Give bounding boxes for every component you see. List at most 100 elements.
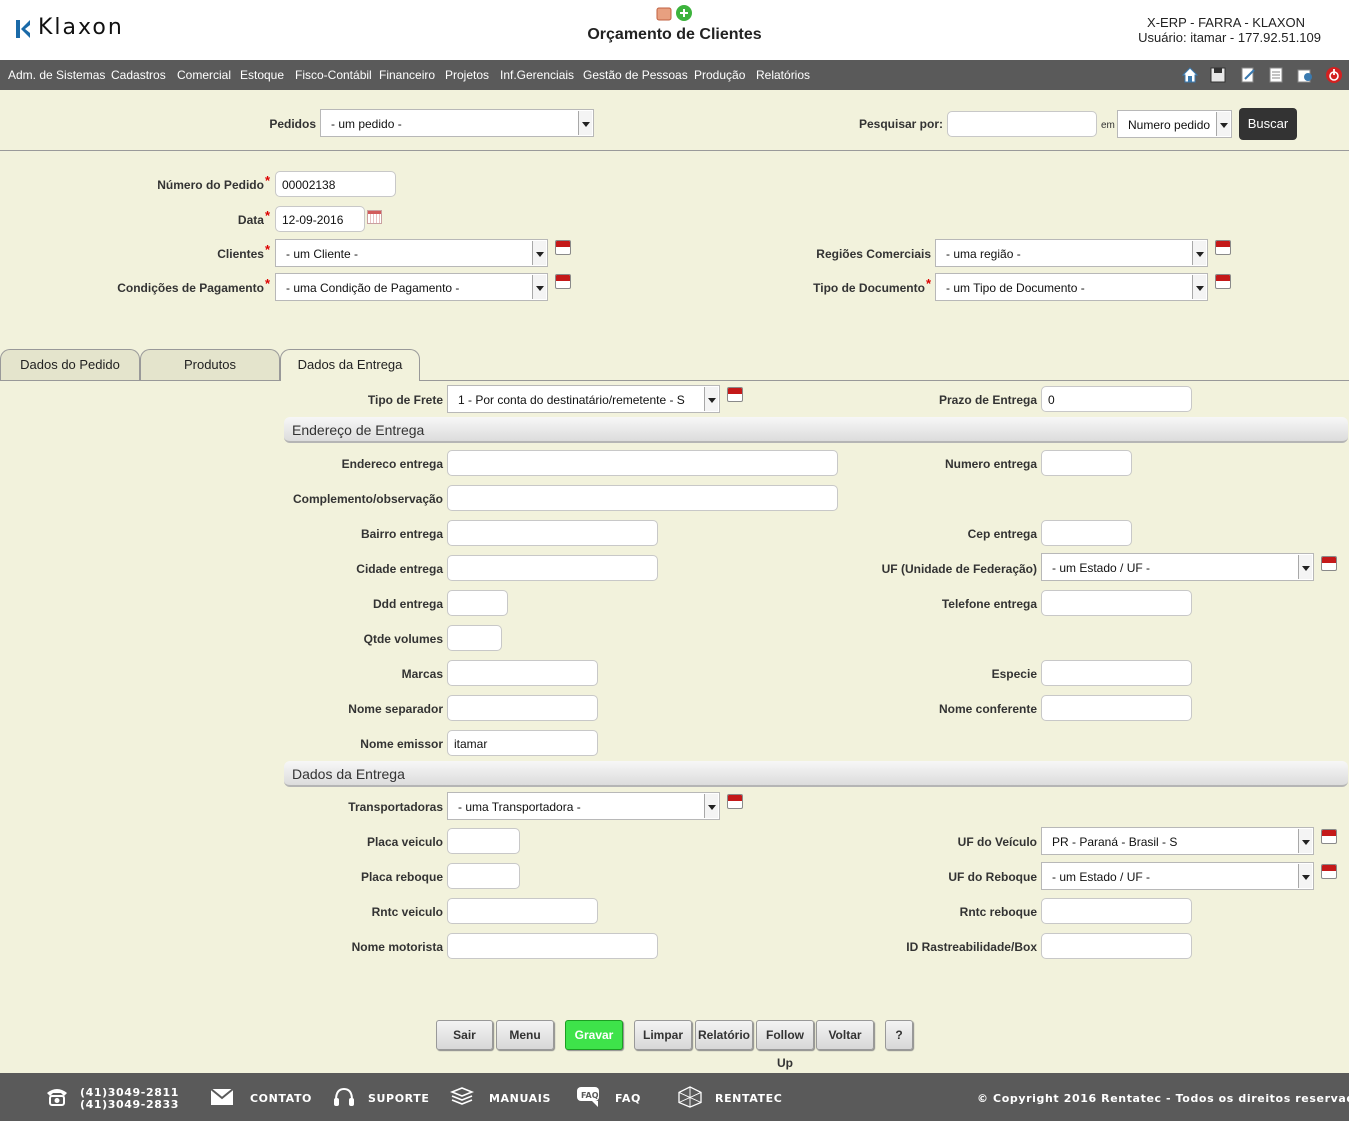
section-endereco-entrega: Endereço de Entrega (284, 417, 1348, 443)
ddd-field[interactable] (447, 590, 508, 616)
footer-contato[interactable]: CONTATO (250, 1092, 312, 1105)
edit-icon[interactable] (1239, 66, 1257, 84)
cidade-field[interactable] (447, 555, 658, 581)
search-input[interactable] (947, 111, 1097, 137)
menu-inf-gerenciais[interactable]: Inf.Gerenciais (500, 68, 574, 82)
menu-fisco-contabil[interactable]: Fisco-Contábil (295, 68, 372, 82)
data-label: Data* (237, 208, 270, 227)
prazo-entrega-field[interactable]: 0 (1041, 386, 1192, 412)
menu-gestao-pessoas[interactable]: Gestão de Pessoas (583, 68, 688, 82)
menu-producao[interactable]: Produção (694, 68, 745, 82)
menu-relatorios[interactable]: Relatórios (756, 68, 810, 82)
limpar-button[interactable]: Limpar (634, 1020, 692, 1050)
tab-produtos[interactable]: Produtos (140, 349, 280, 381)
uf-select[interactable]: - um Estado / UF - (1041, 553, 1314, 581)
tipo-documento-lookup-icon[interactable] (1215, 274, 1231, 289)
footer-suporte[interactable]: SUPORTE (368, 1092, 429, 1105)
conferente-field[interactable] (1041, 695, 1192, 721)
document-icon[interactable] (1267, 66, 1285, 84)
especie-field[interactable] (1041, 660, 1192, 686)
motorista-field[interactable] (447, 933, 658, 959)
voltar-button[interactable]: Voltar (816, 1020, 874, 1050)
clientes-lookup-icon[interactable] (555, 240, 571, 255)
data-field[interactable]: 12-09-2016 (275, 206, 365, 232)
home-icon[interactable] (1181, 66, 1199, 84)
placa-veiculo-field[interactable] (447, 828, 520, 854)
settings-icon[interactable] (1296, 66, 1314, 84)
mail-icon (210, 1088, 234, 1105)
footer: (41)3049-2811 (41)3049-2833 CONTATO SUPO… (0, 1073, 1349, 1121)
motorista-label: Nome motorista (351, 940, 443, 954)
cep-label: Cep entrega (967, 527, 1037, 541)
endereco-label: Endereco entrega (341, 457, 443, 471)
tab-dados-pedido[interactable]: Dados do Pedido (0, 349, 140, 381)
buscar-button[interactable]: Buscar (1239, 108, 1297, 140)
prazo-entrega-label: Prazo de Entrega (938, 393, 1037, 407)
endereco-field[interactable] (447, 450, 838, 476)
chevron-down-icon (1298, 829, 1312, 853)
tipo-frete-select[interactable]: 1 - Por conta do destinatário/remetente … (447, 385, 720, 413)
transportadoras-lookup-icon[interactable] (727, 794, 743, 809)
chevron-down-icon (1298, 864, 1312, 888)
footer-faq[interactable]: FAQ (615, 1092, 641, 1105)
rntc-reboque-field[interactable] (1041, 898, 1192, 924)
telefone-label: Telefone entrega (941, 597, 1037, 611)
bairro-label: Bairro entrega (360, 527, 443, 541)
menu-cadastros[interactable]: Cadastros (111, 68, 166, 82)
headset-icon (334, 1087, 354, 1106)
uf-veiculo-select[interactable]: PR - Paraná - Brasil - S (1041, 827, 1314, 855)
separador-field[interactable] (447, 695, 598, 721)
save-icon[interactable] (1209, 66, 1227, 84)
search-field-select[interactable]: Numero pedido (1117, 110, 1232, 138)
cep-field[interactable] (1041, 520, 1132, 546)
footer-manuais[interactable]: MANUAIS (489, 1092, 551, 1105)
regioes-select[interactable]: - uma região - (935, 239, 1208, 267)
rastreabilidade-field[interactable] (1041, 933, 1192, 959)
transportadoras-select[interactable]: - uma Transportadora - (447, 792, 720, 820)
tab-divider (420, 380, 1349, 381)
menu-estoque[interactable]: Estoque (240, 68, 284, 82)
uf-reboque-label: UF do Reboque (948, 870, 1037, 884)
uf-reboque-select[interactable]: - um Estado / UF - (1041, 862, 1314, 890)
help-button[interactable]: ? (885, 1020, 913, 1050)
qtde-volumes-field[interactable] (447, 625, 502, 651)
uf-veiculo-lookup-icon[interactable] (1321, 829, 1337, 844)
clientes-select[interactable]: - um Cliente - (275, 239, 548, 267)
menu-comercial[interactable]: Comercial (177, 68, 231, 82)
numero-pedido-field[interactable]: 00002138 (275, 171, 396, 197)
tab-dados-entrega[interactable]: Dados da Entrega (280, 349, 420, 381)
rntc-veiculo-label: Rntc veiculo (371, 905, 443, 919)
complemento-field[interactable] (447, 485, 838, 511)
chevron-down-icon (1298, 555, 1312, 579)
placa-reboque-field[interactable] (447, 863, 520, 889)
emissor-field[interactable]: itamar (447, 730, 598, 756)
gravar-button[interactable]: Gravar (565, 1020, 623, 1050)
followup-button[interactable]: Follow Up (756, 1020, 814, 1070)
condicoes-select[interactable]: - uma Condição de Pagamento - (275, 273, 548, 301)
menu-financeiro[interactable]: Financeiro (379, 68, 435, 82)
condicoes-lookup-icon[interactable] (555, 274, 571, 289)
numero-entrega-field[interactable] (1041, 450, 1132, 476)
menu-projetos[interactable]: Projetos (445, 68, 489, 82)
sair-button[interactable]: Sair (436, 1020, 493, 1050)
uf-lookup-icon[interactable] (1321, 556, 1337, 571)
telefone-field[interactable] (1041, 590, 1192, 616)
menu-adm-sistemas[interactable]: Adm. de Sistemas (8, 68, 105, 82)
regioes-lookup-icon[interactable] (1215, 240, 1231, 255)
ddd-label: Ddd entrega (372, 597, 443, 611)
tipo-documento-select[interactable]: - um Tipo de Documento - (935, 273, 1208, 301)
marcas-field[interactable] (447, 660, 598, 686)
conferente-label: Nome conferente (938, 702, 1037, 716)
pedidos-select[interactable]: - um pedido - (320, 109, 594, 137)
power-icon[interactable] (1325, 66, 1343, 84)
relatorio-button[interactable]: Relatório (695, 1020, 753, 1050)
qtde-volumes-label: Qtde volumes (363, 632, 443, 646)
footer-rentatec[interactable]: RENTATEC (715, 1092, 782, 1105)
uf-reboque-lookup-icon[interactable] (1321, 864, 1337, 879)
system-info: X-ERP - FARRA - KLAXON (1147, 15, 1305, 30)
menu-button[interactable]: Menu (496, 1020, 554, 1050)
rntc-veiculo-field[interactable] (447, 898, 598, 924)
tipo-frete-lookup-icon[interactable] (727, 387, 743, 402)
calendar-icon[interactable] (367, 210, 382, 224)
bairro-field[interactable] (447, 520, 658, 546)
